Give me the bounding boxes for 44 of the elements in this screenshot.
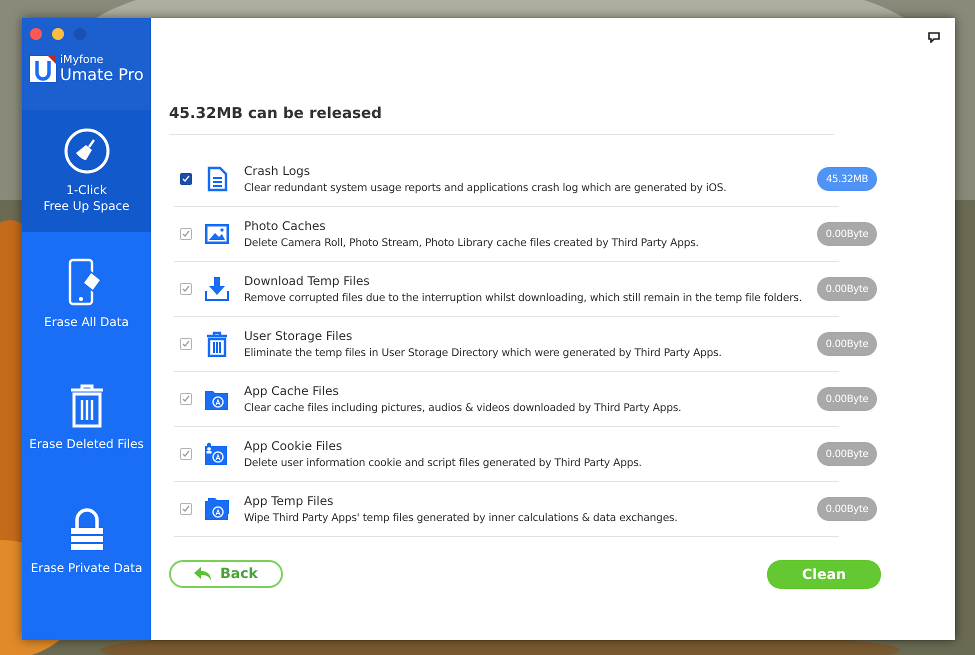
item-description: Remove corrupted files due to the interruption whilst downloading, which still remain in the temp file folders. xyxy=(244,292,802,304)
size-badge: 0.00Byte xyxy=(817,497,877,521)
feedback-icon[interactable] xyxy=(928,32,940,43)
sidebar-item[interactable]: Erase Deleted Files xyxy=(22,356,151,480)
size-badge: 0.00Byte xyxy=(817,387,877,411)
logo-icon xyxy=(30,56,56,82)
size-badge: 0.00Byte xyxy=(817,277,877,301)
close-button[interactable] xyxy=(30,28,42,40)
item-title: User Storage Files xyxy=(244,329,354,343)
sidebar-item[interactable]: Erase Private Data xyxy=(22,480,151,604)
download-icon xyxy=(204,276,230,302)
sidebar-item[interactable]: 1-Click Free Up Space xyxy=(22,110,151,232)
folder-icon xyxy=(204,441,230,467)
minimize-button[interactable] xyxy=(52,28,64,40)
size-badge: 0.00Byte xyxy=(817,442,877,466)
back-arrow-icon xyxy=(194,567,212,581)
brand-name: iMyfone xyxy=(60,54,104,66)
back-button[interactable]: Back xyxy=(169,560,283,588)
item-description: Wipe Third Party Apps' temp files generated by inner calculations & data exchanges. xyxy=(244,512,678,524)
item-title: Photo Caches xyxy=(244,219,327,233)
size-badge: 45.32MB xyxy=(817,167,877,191)
item-description: Clear redundant system usage reports and applications crash log which are generated by iOS. xyxy=(244,182,726,194)
zoom-button[interactable] xyxy=(74,28,86,40)
sidebar-item[interactable]: Erase All Data xyxy=(22,232,151,356)
item-description: Clear cache files including pictures, audios & videos downloaded by Third Party Apps. xyxy=(244,402,682,414)
trash-icon xyxy=(204,331,230,357)
trash-icon xyxy=(68,384,104,428)
broom-icon xyxy=(64,128,110,174)
item-title: App Temp Files xyxy=(244,494,334,508)
checkbox[interactable] xyxy=(180,173,192,185)
size-badge: 0.00Byte xyxy=(817,332,877,356)
size-badge: 0.00Byte xyxy=(817,222,877,246)
image-icon xyxy=(204,221,230,247)
item-title: Crash Logs xyxy=(244,164,312,178)
page-heading: 45.32MB can be released xyxy=(169,104,834,135)
lock-icon xyxy=(68,508,104,552)
item-title: App Cookie Files xyxy=(244,439,344,453)
product-name: Umate Pro xyxy=(60,66,144,84)
item-description: Delete user information cookie and script files generated by Third Party Apps. xyxy=(244,457,642,469)
item-title: Download Temp Files xyxy=(244,274,371,288)
item-title: App Cache Files xyxy=(244,384,340,398)
folder-icon xyxy=(204,496,230,522)
item-description: Eliminate the temp files in User Storage Directory which were generated by Third Party Apps. xyxy=(244,347,722,359)
item-description: Delete Camera Roll, Photo Stream, Photo Library cache files created by Third Party Apps. xyxy=(244,237,699,249)
